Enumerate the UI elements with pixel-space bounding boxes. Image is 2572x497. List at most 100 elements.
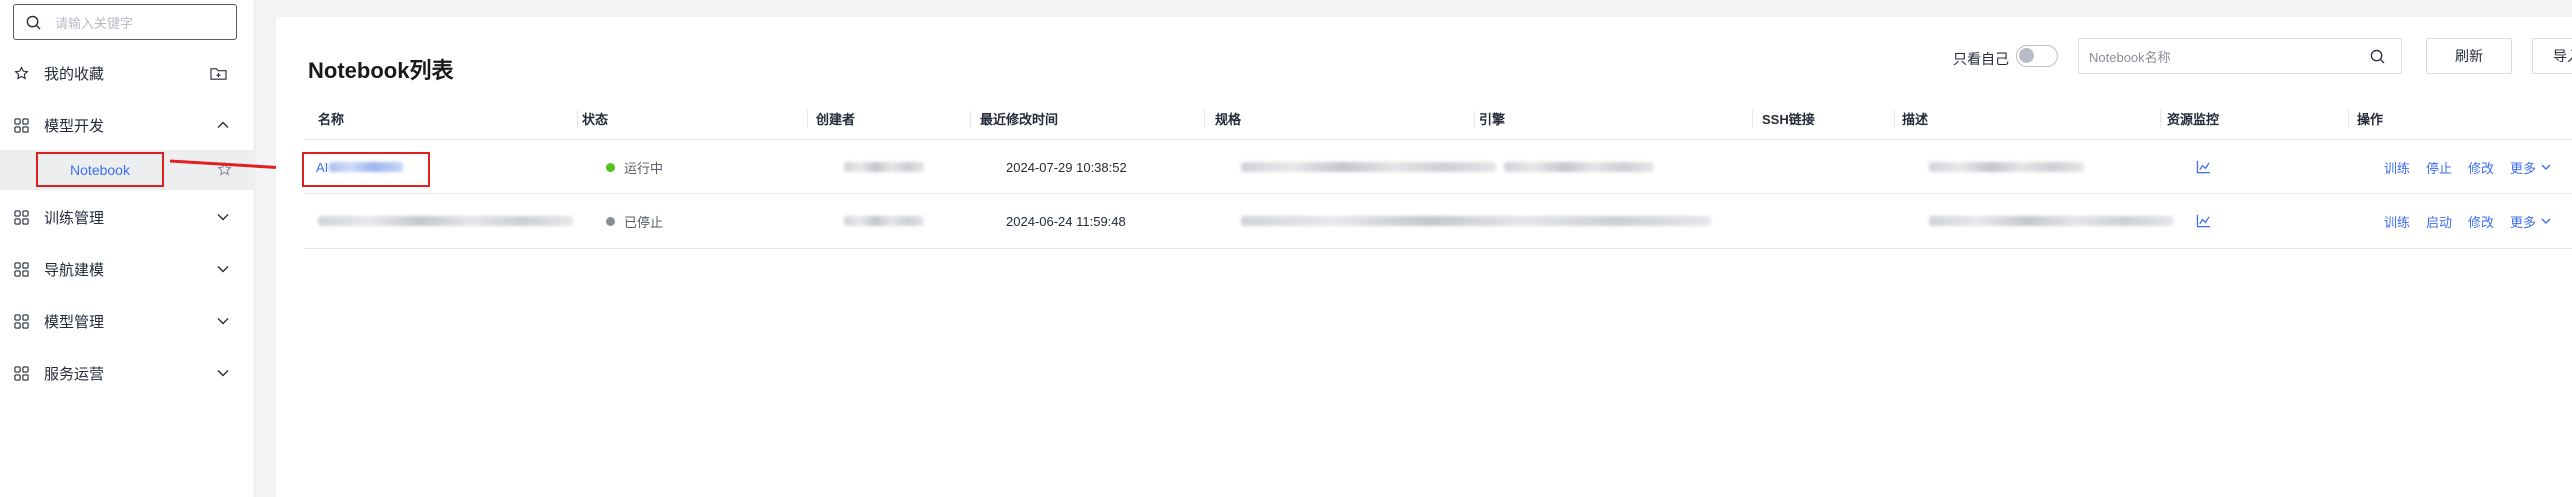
redacted-text [318, 216, 573, 226]
desc-cell [1929, 141, 2084, 193]
sidebar-item-model-dev[interactable]: 模型开发 [0, 105, 254, 145]
sidebar-search-input[interactable]: 请输入关键字 [13, 4, 237, 40]
sidebar-item-training[interactable]: 训练管理 [0, 197, 254, 237]
chevron-down-icon [217, 370, 229, 377]
table-divider [304, 193, 2572, 194]
chevron-up-icon [217, 121, 229, 128]
actions-cell: 训练 启动 修改 更多 [2384, 195, 2568, 247]
chart-icon[interactable] [2196, 214, 2211, 228]
redacted-text [844, 162, 924, 172]
sidebar-item-label: 导航建模 [44, 261, 105, 279]
sidebar-item-model-mgmt[interactable]: 模型管理 [0, 301, 254, 341]
sidebar-item-label: 服务运营 [44, 365, 105, 383]
table-row: 已停止 2024-06-24 11:59:48 训练 启动 修改 更多 [304, 195, 2572, 247]
col-divider [1894, 110, 1895, 128]
sidebar-item-label: 模型管理 [44, 313, 105, 331]
stop-link[interactable]: 停止 [2426, 158, 2452, 177]
table-row: AI 运行中 2024-07-29 10:38:52 训练 停止 修改 更多 [304, 141, 2572, 193]
col-divider [1752, 110, 1753, 128]
status-cell: 运行中 [606, 141, 663, 193]
modified-cell: 2024-07-29 10:38:52 [1006, 159, 1127, 175]
col-header-modified: 最近修改时间 [980, 112, 1059, 127]
col-header-monitor: 资源监控 [2167, 112, 2220, 127]
import-button[interactable]: 导入 [2532, 38, 2572, 74]
edit-link[interactable]: 修改 [2468, 212, 2494, 231]
col-divider [1474, 110, 1475, 128]
col-header-status: 状态 [582, 112, 609, 127]
col-divider [2160, 110, 2161, 128]
redacted-text [844, 216, 924, 226]
search-icon [26, 15, 41, 30]
sidebar-item-favorites[interactable]: 我的收藏 [0, 53, 254, 93]
sidebar-subitem-notebook[interactable]: Notebook [36, 152, 164, 187]
col-header-desc: 描述 [1902, 112, 1929, 127]
notebook-search-input[interactable]: Notebook名称 [2078, 38, 2402, 74]
notebook-name-link[interactable] [318, 195, 573, 247]
only-me-label: 只看自己 [1953, 51, 2009, 67]
actions-cell: 训练 停止 修改 更多 [2384, 141, 2568, 193]
sidebar-item-label: 我的收藏 [44, 65, 105, 83]
status-dot-running [606, 162, 615, 172]
col-header-ssh: SSH链接 [1762, 112, 1815, 127]
search-placeholder: Notebook名称 [2089, 49, 2171, 65]
grid-icon [14, 117, 29, 133]
chart-icon[interactable] [2196, 160, 2211, 174]
engine-cell [1504, 141, 1654, 193]
grid-icon [14, 261, 29, 277]
monitor-cell[interactable] [2196, 195, 2211, 247]
sidebar: 请输入关键字 我的收藏 模型开发 Notebook 训练管理 导航建模 模型管理… [0, 0, 255, 497]
creator-cell [844, 141, 924, 193]
col-divider [577, 110, 578, 128]
redacted-text [1929, 216, 2174, 226]
sidebar-item-service-ops[interactable]: 服务运营 [0, 353, 254, 393]
page-title: Notebook列表 [308, 58, 454, 83]
grid-icon [14, 209, 29, 225]
chevron-down-icon [217, 318, 229, 325]
spec-cell [1241, 195, 1711, 247]
col-header-creator: 创建者 [816, 112, 856, 127]
chevron-down-icon [217, 214, 229, 221]
search-placeholder: 请输入关键字 [55, 15, 134, 31]
chevron-down-icon [217, 266, 229, 273]
redacted-text [1241, 216, 1711, 226]
more-dropdown[interactable]: 更多 [2510, 212, 2552, 231]
sidebar-item-label: 模型开发 [44, 117, 105, 135]
creator-cell [844, 195, 924, 247]
search-icon[interactable] [2370, 49, 2385, 64]
star-icon [14, 65, 29, 80]
redacted-text [1929, 162, 2084, 172]
status-cell: 已停止 [606, 195, 663, 247]
folder-plus-icon[interactable] [210, 66, 227, 81]
only-me-toggle[interactable] [2016, 45, 2058, 67]
col-header-engine: 引擎 [1479, 112, 1506, 127]
col-header-actions: 操作 [2357, 112, 2384, 127]
redacted-text [1504, 162, 1654, 172]
train-link[interactable]: 训练 [2384, 212, 2410, 231]
more-label: 更多 [2510, 160, 2537, 176]
table-divider [304, 248, 2572, 249]
main-panel: Notebook列表 只看自己 Notebook名称 刷新 导入 名称 状态 创… [276, 17, 2572, 497]
monitor-cell[interactable] [2196, 141, 2211, 193]
refresh-button[interactable]: 刷新 [2426, 38, 2512, 74]
spec-cell [1241, 141, 1496, 193]
status-dot-stopped [606, 216, 615, 226]
modified-cell: 2024-06-24 11:59:48 [1006, 213, 1126, 229]
edit-link[interactable]: 修改 [2468, 158, 2494, 177]
redacted-text [1241, 162, 1496, 172]
status-text: 运行中 [624, 160, 664, 176]
col-divider [2348, 110, 2349, 128]
sidebar-item-nav-modeling[interactable]: 导航建模 [0, 249, 254, 289]
start-link[interactable]: 启动 [2426, 212, 2452, 231]
sidebar-item-label: 训练管理 [44, 209, 105, 227]
more-label: 更多 [2510, 214, 2537, 230]
train-link[interactable]: 训练 [2384, 158, 2410, 177]
col-divider [1204, 110, 1205, 128]
annotation-highlight-box [302, 152, 430, 187]
col-header-spec: 规格 [1215, 112, 1242, 127]
more-dropdown[interactable]: 更多 [2510, 158, 2552, 177]
status-text: 已停止 [624, 214, 664, 230]
desc-cell [1929, 195, 2174, 247]
col-header-name: 名称 [318, 112, 345, 127]
grid-icon [14, 365, 29, 381]
chevron-down-icon [2541, 164, 2551, 170]
